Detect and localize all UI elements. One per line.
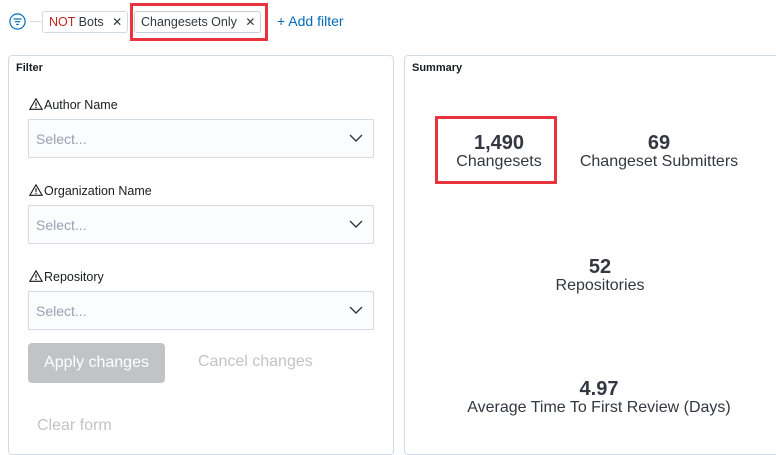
repository-label: Repository xyxy=(29,270,104,284)
filter-connector xyxy=(30,21,41,22)
cancel-changes-button[interactable]: Cancel changes xyxy=(198,353,313,371)
chevron-down-icon xyxy=(349,134,363,142)
stat-avg-time-first-review: 4.97 Average Time To First Review (Days) xyxy=(445,379,753,417)
stat-label: Changeset Submitters xyxy=(579,153,739,170)
chevron-down-icon xyxy=(349,306,363,314)
stat-label: Repositories xyxy=(555,277,645,294)
panel-title: Summary xyxy=(412,62,463,74)
filter-pill-label: Bots xyxy=(78,15,104,29)
apply-changes-button[interactable]: Apply changes xyxy=(28,343,165,383)
filter-pill-not-bots[interactable]: NOT Bots ✕ xyxy=(42,11,128,33)
filter-bar: NOT Bots ✕ Changesets Only ✕ + Add filte… xyxy=(0,0,776,44)
stat-value: 4.97 xyxy=(579,378,619,400)
field-label-text: Author Name xyxy=(44,98,118,112)
author-name-label: Author Name xyxy=(29,98,118,112)
stat-label: Average Time To First Review (Days) xyxy=(467,399,731,416)
warning-icon xyxy=(29,98,43,110)
add-filter-button[interactable]: + Add filter xyxy=(277,13,344,29)
warning-icon xyxy=(29,270,43,282)
highlight-box xyxy=(435,116,557,184)
select-placeholder: Select... xyxy=(36,131,87,147)
summary-panel: Summary 1,490 Changesets 69 Changeset Su… xyxy=(404,55,776,455)
chevron-down-icon xyxy=(349,220,363,228)
stat-changeset-submitters: 69 Changeset Submitters xyxy=(571,133,747,171)
filter-panel: Filter Author Name Select... Organizatio… xyxy=(8,55,394,455)
warning-icon xyxy=(29,184,43,196)
highlight-box xyxy=(130,3,268,41)
field-label-text: Organization Name xyxy=(44,184,152,198)
clear-form-button[interactable]: Clear form xyxy=(37,417,112,435)
stat-value: 52 xyxy=(588,256,612,278)
select-placeholder: Select... xyxy=(36,303,87,319)
filter-icon[interactable] xyxy=(9,13,26,30)
repository-select[interactable]: Select... xyxy=(28,291,374,330)
close-icon[interactable]: ✕ xyxy=(112,12,122,32)
panel-title: Filter xyxy=(16,62,43,74)
stat-repositories: 52 Repositories xyxy=(525,257,675,295)
select-placeholder: Select... xyxy=(36,217,87,233)
author-name-select[interactable]: Select... xyxy=(28,119,374,158)
stat-value: 69 xyxy=(647,132,671,154)
organization-name-select[interactable]: Select... xyxy=(28,205,374,244)
filter-pill-negation: NOT xyxy=(49,15,76,29)
organization-name-label: Organization Name xyxy=(29,184,152,198)
field-label-text: Repository xyxy=(44,270,104,284)
